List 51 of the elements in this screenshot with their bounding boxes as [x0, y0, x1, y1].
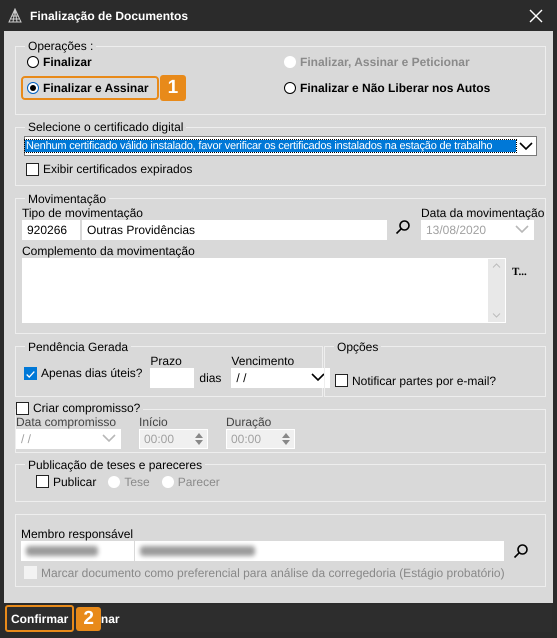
unit-label: dias: [199, 370, 222, 384]
field-label: Prazo: [150, 354, 183, 368]
input-field[interactable]: Outras Providências: [82, 220, 387, 240]
group-label: Movimentação: [27, 192, 108, 206]
search-icon[interactable]: [395, 218, 411, 234]
app-logo-icon: [8, 8, 22, 23]
callout-badge: 1: [160, 75, 186, 101]
scroll-down-icon[interactable]: [492, 312, 501, 318]
scrollbar[interactable]: [488, 258, 505, 322]
field-label: Complemento da movimentação: [22, 244, 196, 258]
spin-down-icon[interactable]: [195, 440, 203, 444]
confirm-button[interactable]: Confirmar: [5, 605, 74, 632]
input-field[interactable]: [21, 540, 134, 560]
close-icon[interactable]: [529, 8, 543, 22]
date-field[interactable]: / /: [231, 368, 330, 388]
input-field[interactable]: [135, 540, 504, 560]
group-label: Selecione o certificado digital: [27, 120, 184, 134]
certificate-dropdown[interactable]: Nenhum certificado válido instalado, favor verificar os certificados instalados na estação de trabalho: [24, 136, 537, 156]
field-label: Membro responsável: [21, 526, 134, 540]
search-icon[interactable]: [513, 542, 529, 558]
radio-button[interactable]: Finalizar: [27, 55, 92, 69]
window-title: Finalização de Documentos: [30, 8, 190, 22]
group-label: Pendência Gerada: [27, 340, 130, 354]
spin-up-icon[interactable]: [282, 432, 290, 438]
scroll-up-icon[interactable]: [492, 262, 501, 268]
field-label: Duração: [226, 414, 272, 428]
side-text: T...: [512, 266, 527, 278]
checkbox[interactable]: Criar compromisso?: [16, 401, 140, 415]
spin-up-icon[interactable]: [195, 432, 203, 438]
checkbox[interactable]: Apenas dias úteis?: [24, 366, 142, 380]
field-label: Data compromisso: [16, 414, 118, 428]
group-label: Opções: [336, 340, 380, 354]
chevron-down-icon[interactable]: [311, 373, 326, 382]
cancel-button[interactable]: nar: [100, 612, 120, 626]
field-label: Data da movimentação: [421, 206, 544, 220]
checkbox[interactable]: Notificar partes por e-mail?: [335, 374, 496, 388]
spin-down-icon[interactable]: [282, 440, 290, 444]
chevron-down-icon[interactable]: [519, 142, 533, 150]
radio-button[interactable]: Finalizar e Não Liberar nos Autos: [284, 81, 490, 95]
group-label: Publicação de teses e pareceres: [27, 458, 204, 472]
field-label: Início: [139, 414, 169, 428]
field-label: Tipo de movimentação: [22, 206, 144, 220]
group-label: Operações :: [27, 39, 94, 53]
checkbox[interactable]: Exibir certificados expirados: [26, 162, 192, 176]
field-label: Vencimento: [231, 354, 296, 368]
checkbox[interactable]: Publicar: [36, 474, 96, 488]
redacted-text: [26, 546, 98, 556]
input-field[interactable]: [150, 368, 194, 388]
callout-badge: 2: [76, 606, 101, 630]
input-field[interactable]: 920266: [22, 220, 80, 240]
radio-button[interactable]: Finalizar e Assinar: [23, 78, 157, 98]
